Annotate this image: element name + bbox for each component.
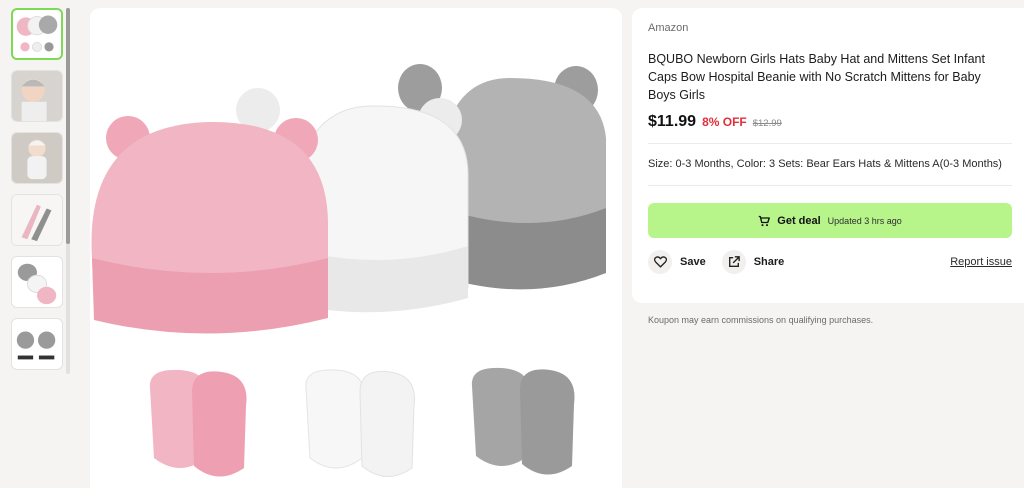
save-label: Save [680, 256, 706, 268]
thumbnail-baby-wearing-hat[interactable] [11, 70, 63, 122]
divider [648, 143, 1012, 144]
pink-hat [91, 116, 329, 334]
current-price: $11.99 [648, 113, 697, 130]
discount-badge: 8% OFF [702, 115, 747, 129]
thumbnail-hats-mittens-set[interactable] [11, 8, 63, 60]
pink-mittens [149, 369, 247, 477]
thumbnail-size-chart[interactable] [11, 318, 63, 370]
thumbnail-list [11, 8, 65, 380]
variant-info: Size: 0-3 Months, Color: 3 Sets: Bear Ea… [648, 158, 1002, 170]
white-mittens [305, 369, 415, 477]
save-button[interactable]: Save [648, 250, 706, 274]
product-info-card: Amazon BQUBO Newborn Girls Hats Baby Hat… [632, 8, 1024, 303]
get-deal-label: Get deal [777, 214, 821, 227]
product-title: BQUBO Newborn Girls Hats Baby Hat and Mi… [648, 52, 985, 102]
main-product-image [90, 8, 622, 488]
deal-updated-text: Updated 3 hrs ago [827, 215, 902, 226]
cart-icon [759, 215, 771, 226]
original-price: $12.99 [752, 118, 782, 129]
share-icon [721, 250, 746, 274]
price-row: $11.99 8% OFF $12.99 [648, 113, 1008, 131]
grey-mittens [471, 367, 575, 475]
share-label: Share [753, 256, 785, 268]
divider [648, 185, 1012, 186]
commission-disclaimer: Koupon may earn commissions on qualifyin… [648, 315, 874, 325]
heart-icon [648, 250, 672, 274]
get-deal-button[interactable]: Get deal Updated 3 hrs ago [648, 203, 1012, 238]
thumbnail-mittens-detail[interactable] [11, 194, 63, 246]
report-issue-link[interactable]: Report issue [950, 256, 1012, 268]
store-name[interactable]: Amazon [648, 22, 1008, 34]
action-row: Save Share Report issue [648, 250, 1012, 274]
thumbnail-baby-lying-down[interactable] [11, 132, 63, 184]
thumbnail-hats-stacked[interactable] [11, 256, 63, 308]
share-button[interactable]: Share [721, 250, 785, 274]
thumbnail-scrollbar[interactable] [66, 8, 70, 244]
